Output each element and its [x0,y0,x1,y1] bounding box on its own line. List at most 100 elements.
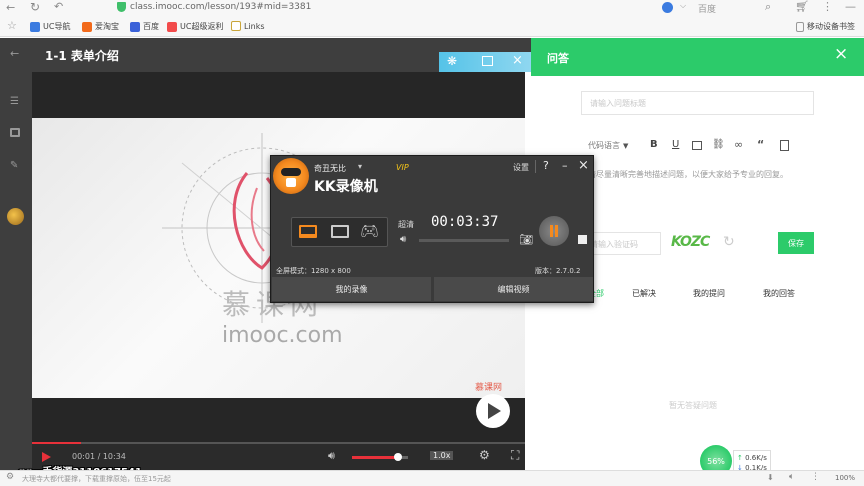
screenshot-camera-icon[interactable]: 📷︎ [519,233,533,246]
browser-address-bar: ← ↻ ↶ class.imooc.com/lesson/193#mid=338… [0,0,864,16]
minimize-icon[interactable]: — [845,0,856,13]
progress-track[interactable] [32,442,525,444]
uc-nav-icon [30,21,40,32]
star-icon[interactable]: ☆ [7,19,17,32]
fullscreen-icon[interactable]: ⛶ [511,448,519,463]
back-arrow-icon[interactable]: ← [10,47,19,60]
user-dropdown-icon[interactable]: ▾ [358,162,362,171]
settings-gear-icon[interactable]: ⚙ [479,448,490,462]
user-name[interactable]: 奇丑无比 [314,163,346,174]
corner-logo: 慕课网 [475,383,503,393]
pause-bar-icon [555,225,558,237]
bookmark-links[interactable]: Links [231,21,265,31]
game-mode-icon[interactable]: 🎮︎ [360,222,379,240]
save-button[interactable]: 保存 [778,232,814,254]
search-engine-icon[interactable] [662,2,673,13]
back-icon[interactable]: ← [6,1,15,14]
notes-icon[interactable] [10,128,20,137]
captcha-placeholder: 请输入验证码 [590,240,638,249]
secure-shield-icon [117,2,126,12]
zoom-level[interactable]: 100% [835,474,855,482]
minimize-icon[interactable]: – [562,159,568,172]
settings-link[interactable]: 设置 [513,162,529,173]
play-toggle-icon[interactable] [42,452,51,462]
bookmark-baidu[interactable]: 百度 [130,21,159,32]
microphone-volume-icon[interactable]: 🔊︎ [400,234,406,245]
unlink-icon[interactable]: ∞ [734,138,743,151]
mute-icon[interactable]: 🔈︎ [789,472,794,482]
mobile-bookmarks[interactable]: 移动设备书签 [796,21,855,32]
question-title-input[interactable]: 请输入问题标题 [581,91,814,115]
chapter-list-icon[interactable]: ☰ [10,96,19,107]
tab-solved[interactable]: 已解决 [632,288,656,299]
edit-icon[interactable]: ✎ [10,160,18,171]
volume-fill [352,456,398,459]
search-engine-label[interactable]: 百度 [698,2,716,15]
lesson-header: 1-1 表单介绍 ❋ × [32,38,531,72]
version-info: 版本：2.7.0.2 [535,267,581,275]
region-mode-icon[interactable] [331,225,349,238]
baidu-icon [130,21,140,32]
floating-ad-bar[interactable]: ❋ × [439,52,531,72]
status-ticker[interactable]: 大理寺大都代要撑，下载重撑原始，伍至15元起 [22,474,171,484]
code-block-icon[interactable] [780,140,789,151]
page-menu-icon[interactable]: ⋮ [811,472,820,482]
vip-badge: VIP [396,163,409,172]
user-avatar[interactable] [7,208,24,225]
fanli-icon [167,21,177,32]
chevron-down-icon[interactable]: ⌵ [680,1,686,11]
cart-icon[interactable]: 🛒︎ [795,0,809,13]
more-menu-icon[interactable]: ⋮ [822,0,833,13]
bookmark-bar: ☆ UC导航 爱淘宝 百度 UC超级返利 Links 移动设备书签 [0,16,864,37]
play-button[interactable] [476,394,510,428]
link-icon[interactable]: ⛓ [712,139,725,150]
bold-icon[interactable]: B [650,139,658,150]
stop-button[interactable] [578,235,587,244]
bookmark-label: 百度 [143,22,159,31]
reload-icon[interactable]: ↻ [30,0,40,14]
pause-button[interactable] [539,216,569,246]
bookmark-uc-fanli[interactable]: UC超级返利 [167,21,223,32]
quality-label[interactable]: 超清 [398,219,414,230]
underline-icon[interactable]: U [672,139,679,150]
image-icon[interactable] [692,141,702,150]
search-icon[interactable]: ⌕ [765,0,771,14]
bookmark-aitaobao[interactable]: 爱淘宝 [82,21,119,32]
pause-bar-icon [550,225,553,237]
question-body-placeholder[interactable]: 请尽量清晰完善地描述问题，以便大家给予专业的回复。 [588,169,858,180]
download-manager-icon[interactable]: ⬇ [767,473,774,482]
maximize-icon[interactable] [482,56,493,66]
close-icon[interactable]: × [578,158,589,173]
edit-video-button[interactable]: 编辑视频 [434,277,593,301]
volume-icon[interactable]: 🔊︎ [328,449,335,463]
code-language-select[interactable]: 代码语言 ▼ [588,140,628,151]
bookmark-label: Links [244,21,265,31]
folder-icon [796,21,804,32]
refresh-icon[interactable]: ↻ [723,234,735,250]
quote-icon[interactable]: “ [757,138,764,151]
fullscreen-mode-icon[interactable] [299,225,317,238]
empty-state-text: 暂无答疑问题 [669,401,717,410]
speed-button[interactable]: 1.0x [430,451,454,460]
question-title-placeholder: 请输入问题标题 [590,99,646,108]
tab-my-questions[interactable]: 我的提问 [693,288,725,299]
settings-gear-icon[interactable]: ⚙ [6,472,14,482]
kk-recorder-window[interactable]: 奇丑无比 ▾ VIP 设置 ? – × KK录像机 🎮︎ 超清 00:03:37… [270,155,594,303]
browser-status-bar: ⚙ 大理寺大都代要撑，下载重撑原始，伍至15元起 ⬇ 🔈︎ ⋮ 100% [0,470,864,486]
close-icon[interactable]: × [512,53,523,68]
close-icon[interactable]: × [834,44,848,64]
time-display: 00:01 / 10:34 [72,452,126,461]
help-icon[interactable]: ? [543,159,549,172]
undo-icon[interactable]: ↶ [54,0,63,13]
tab-my-answers[interactable]: 我的回答 [763,288,795,299]
volume-meter [419,239,509,242]
record-timer: 00:03:37 [431,214,499,230]
url-text[interactable]: class.imooc.com/lesson/193#mid=3381 [130,2,311,12]
volume-knob[interactable] [393,453,402,461]
taobao-icon [82,21,92,32]
captcha-image: KOZC [671,234,710,250]
upload-arrow-icon: ↑ [737,454,743,462]
my-recordings-button[interactable]: 我的录像 [272,277,431,301]
watermark-en: imooc.com [222,323,343,348]
bookmark-uc-nav[interactable]: UC导航 [30,21,70,32]
